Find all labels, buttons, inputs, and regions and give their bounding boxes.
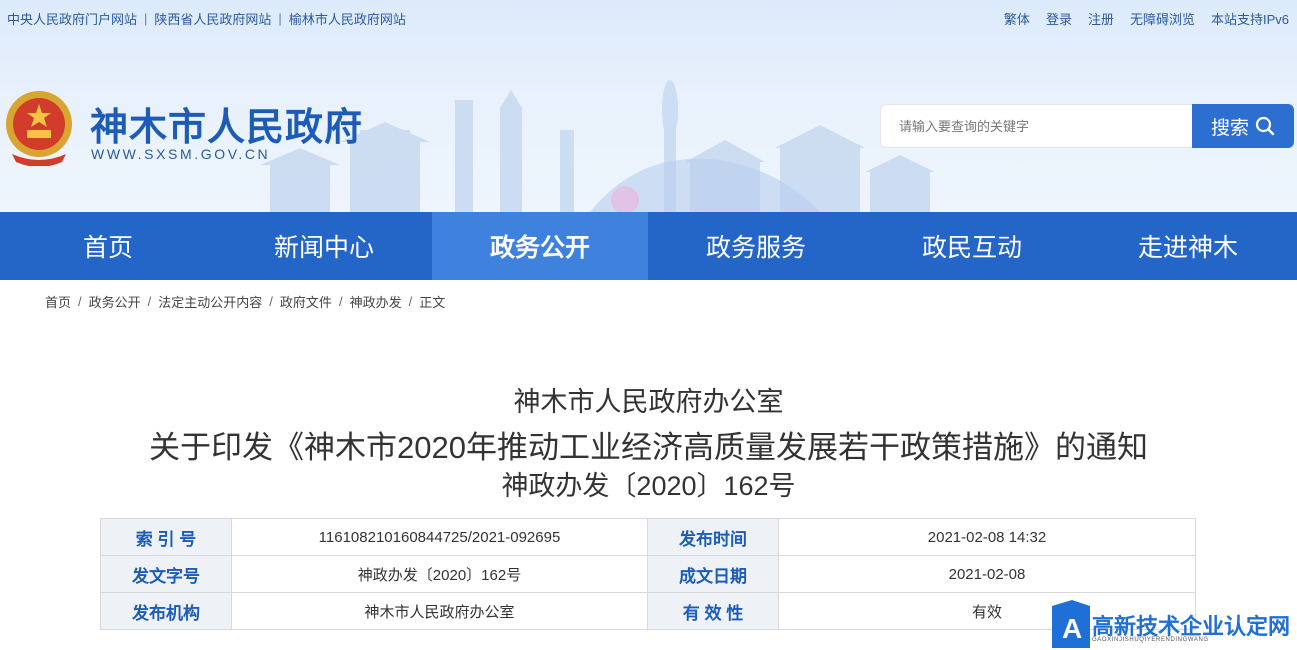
meta-value-index-no: 116108210160844725/2021-092695 [231,518,648,556]
meta-label-doc-number: 发文字号 [100,555,232,593]
nav-item-gov-services[interactable]: 政务服务 [648,212,864,280]
site-url: WWW.SXSM.GOV.CN [91,146,271,162]
meta-label-index-no: 索 引 号 [100,518,232,556]
breadcrumb-separator: / [338,294,343,309]
link-separator: | [278,11,282,26]
search-icon [1255,116,1275,136]
breadcrumb-gov-affairs[interactable]: 政务公开 [89,292,141,311]
watermark-subtext: GAOXINJISHUQIYERENDINGWANG [1092,637,1209,643]
breadcrumb-home[interactable]: 首页 [45,292,71,311]
meta-value-written-date: 2021-02-08 [778,555,1196,593]
meta-label-validity: 有 效 性 [647,592,779,630]
breadcrumb-separator: / [78,294,82,309]
link-traditional-chinese[interactable]: 繁体 [1004,9,1030,28]
article-issuing-org: 神木市人民政府办公室 [513,387,784,417]
breadcrumb-separator: / [269,294,273,309]
site-header: 中央人民政府门户网站 | 陕西省人民政府网站 | 榆林市人民政府网站 繁体 登录… [0,0,1297,212]
document-meta-table: 索 引 号 116108210160844725/2021-092695 发布时… [100,518,1196,630]
link-register[interactable]: 注册 [1088,9,1114,28]
breadcrumb-gov-documents[interactable]: 政府文件 [280,292,332,311]
breadcrumb-current: 正文 [419,295,446,310]
meta-value-doc-number: 神政办发〔2020〕162号 [231,555,648,593]
search-button-label: 搜索 [1210,117,1249,139]
nav-item-about[interactable]: 走进神木 [1080,212,1296,280]
main-nav: 首页 新闻中心 政务公开 政务服务 政民互动 走进神木 [0,212,1297,280]
meta-label-written-date: 成文日期 [647,555,779,593]
search-box: 搜索 [880,104,1294,148]
breadcrumb-separator: / [147,294,152,309]
link-accessibility[interactable]: 无障碍浏览 [1130,9,1195,28]
meta-value-publish-time: 2021-02-08 14:32 [778,518,1196,556]
nav-item-home[interactable]: 首页 [0,212,216,280]
article-title: 关于印发《神木市2020年推动工业经济高质量发展若干政策措施》的通知 [149,430,1148,465]
article-document-number: 神政办发〔2020〕162号 [501,471,796,501]
table-row: 索 引 号 116108210160844725/2021-092695 发布时… [100,518,1196,556]
search-input[interactable] [880,104,1192,148]
national-emblem-icon [6,91,72,166]
top-bar: 中央人民政府门户网站 | 陕西省人民政府网站 | 榆林市人民政府网站 繁体 登录… [0,0,1297,34]
table-row: 发文字号 神政办发〔2020〕162号 成文日期 2021-02-08 [100,555,1196,593]
link-yulin-gov[interactable]: 榆林市人民政府网站 [289,9,406,28]
nav-item-gov-affairs[interactable]: 政务公开 [432,212,648,280]
breadcrumb: 首页 / 政务公开 / 法定主动公开内容 / 政府文件 / 神政办发 / 正文 [45,292,445,311]
link-shaanxi-gov[interactable]: 陕西省人民政府网站 [154,9,271,28]
site-title[interactable]: 神木市人民政府 [90,96,363,151]
breadcrumb-shenzhengbanfa[interactable]: 神政办发 [350,292,402,311]
nav-item-news[interactable]: 新闻中心 [216,212,432,280]
meta-label-publisher: 发布机构 [100,592,232,630]
search-button[interactable]: 搜索 [1192,104,1294,148]
link-ipv6[interactable]: 本站支持IPv6 [1211,9,1289,28]
breadcrumb-statutory-content[interactable]: 法定主动公开内容 [158,292,262,311]
table-row: 发布机构 神木市人民政府办公室 有 效 性 有效 [100,592,1196,630]
meta-label-publish-time: 发布时间 [647,518,779,556]
link-central-gov[interactable]: 中央人民政府门户网站 [7,9,137,28]
breadcrumb-separator: / [408,294,413,309]
nav-item-interaction[interactable]: 政民互动 [864,212,1080,280]
external-links: 中央人民政府门户网站 | 陕西省人民政府网站 | 榆林市人民政府网站 [7,9,406,28]
meta-value-publisher: 神木市人民政府办公室 [231,592,648,630]
watermark-logo-letter: A [1062,613,1082,644]
link-separator: | [144,11,148,26]
utility-links: 繁体 登录 注册 无障碍浏览 本站支持IPv6 [1004,9,1289,28]
link-login[interactable]: 登录 [1046,9,1072,28]
